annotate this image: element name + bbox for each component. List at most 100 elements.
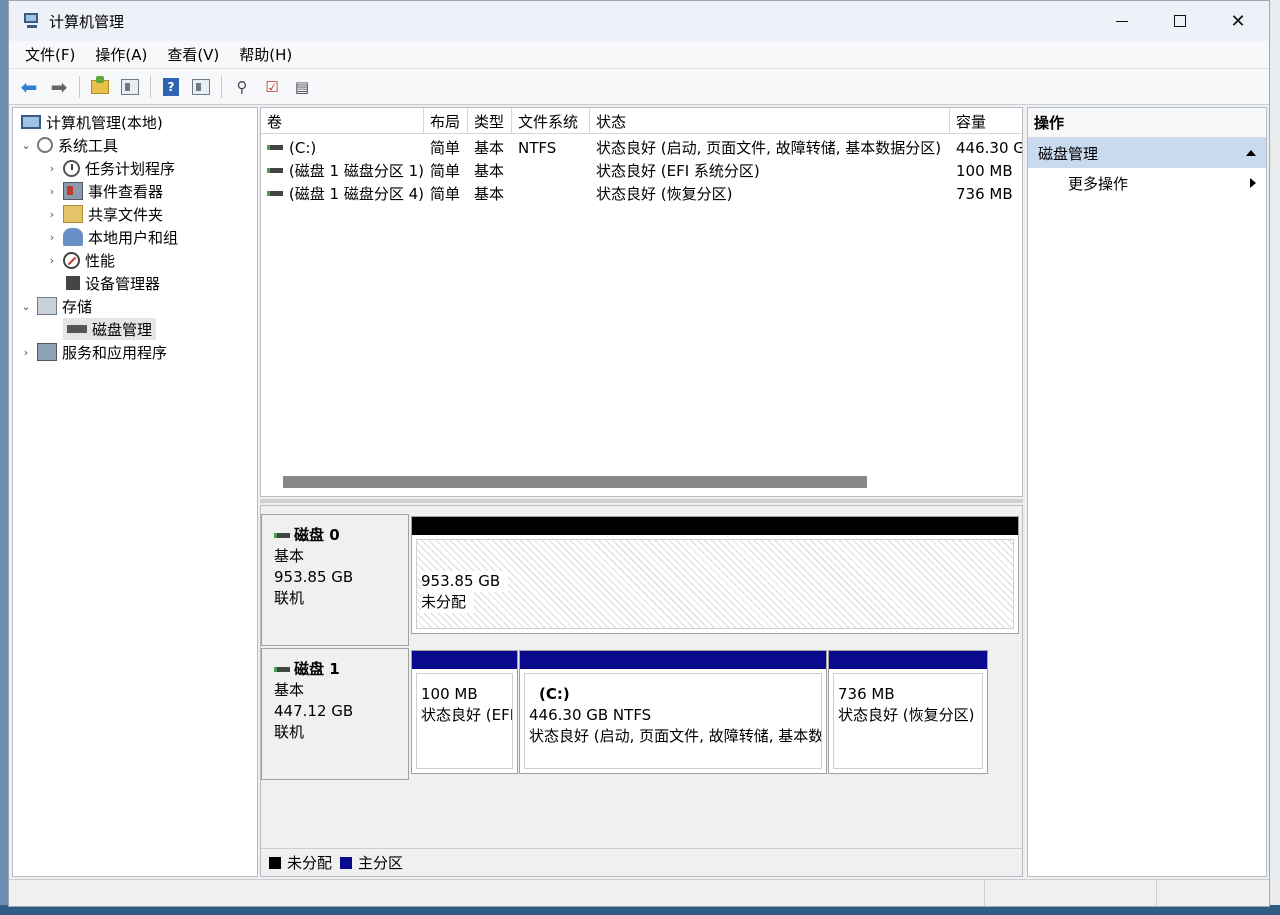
tree-item-disk-management[interactable]: 磁盘管理 [63, 318, 157, 340]
back-button[interactable]: ⬅ [15, 73, 43, 101]
console-tree: 计算机管理(本地) ⌄ 系统工具 › 任务计划程序 › 事件查看器 › 共享文件… [12, 107, 258, 877]
tree-item-services-apps[interactable]: › 服务和应用程序 [19, 341, 167, 363]
partition-c[interactable]: (C:) 446.30 GB NTFS 状态良好 (启动, 页面文件, 故障转储… [519, 650, 827, 774]
chevron-right-icon[interactable]: › [45, 231, 59, 244]
minimize-button[interactable] [1093, 1, 1151, 41]
connect-button[interactable]: ⚲ [228, 73, 256, 101]
column-volume[interactable]: 卷 [261, 108, 424, 134]
cell-layout: 简单 [430, 162, 461, 180]
tree-label: 设备管理器 [85, 274, 161, 293]
event-log-icon [63, 182, 83, 200]
toolbar-separator [150, 75, 151, 98]
section-label: 磁盘管理 [1038, 144, 1099, 163]
chevron-right-icon[interactable]: › [45, 185, 59, 198]
toolbar: ⬅ ➡ ? ⚲ ☑ ▤ [9, 69, 1269, 105]
close-icon: ✕ [1230, 10, 1246, 32]
forward-button[interactable]: ➡ [45, 73, 73, 101]
disk-icon [67, 325, 87, 333]
storage-icon [37, 297, 57, 315]
volume-list-header: 卷 布局 类型 文件系统 状态 容量 [261, 108, 1022, 134]
tree-label: 任务计划程序 [85, 159, 176, 178]
disk-graphical-view: 磁盘 0 基本 953.85 GB 联机 953.85 GB 未分配 磁盘 1 … [260, 505, 1023, 877]
tree-item-task-scheduler[interactable]: › 任务计划程序 [45, 157, 175, 179]
help-button[interactable]: ? [157, 73, 185, 101]
horizontal-scrollbar[interactable] [283, 476, 867, 488]
partition-body: 736 MB 状态良好 (恢复分区) [833, 673, 983, 769]
chevron-right-icon[interactable]: › [45, 254, 59, 267]
properties-button[interactable]: ▤ [288, 73, 316, 101]
maximize-button[interactable] [1151, 1, 1209, 41]
cell-volume: (C:) [289, 138, 317, 157]
tree-item-performance[interactable]: › 性能 [45, 249, 115, 271]
collapse-icon[interactable] [1246, 150, 1256, 156]
tree-item-local-users[interactable]: › 本地用户和组 [45, 226, 178, 248]
menu-view[interactable]: 查看(V) [157, 44, 229, 65]
up-level-button[interactable] [86, 73, 114, 101]
show-hide-action-pane-button[interactable] [187, 73, 215, 101]
chevron-down-icon[interactable]: ⌄ [19, 139, 33, 152]
tree-label: 性能 [85, 251, 116, 270]
column-capacity[interactable]: 容量 [950, 108, 1022, 134]
legend-label-unallocated: 未分配 [287, 854, 333, 872]
title-bar[interactable]: 计算机管理 ✕ [9, 1, 1269, 41]
disk-icon [274, 533, 290, 538]
forward-arrow-icon: ➡ [50, 74, 68, 99]
tree-item-device-manager[interactable]: 设备管理器 [45, 272, 160, 294]
column-layout[interactable]: 布局 [424, 108, 468, 134]
table-row[interactable]: (C:) 简单 基本 NTFS 状态良好 (启动, 页面文件, 故障转储, 基本… [261, 136, 1022, 159]
partition-size: 953.85 GB [421, 571, 509, 592]
partition-unallocated[interactable]: 953.85 GB 未分配 [411, 516, 1019, 634]
show-hide-tree-button[interactable] [116, 73, 144, 101]
partition-recovery[interactable]: 736 MB 状态良好 (恢复分区) [828, 650, 988, 774]
checklist-icon: ☑ [265, 77, 279, 96]
check-button[interactable]: ☑ [258, 73, 286, 101]
toolbar-separator [79, 75, 80, 98]
users-icon [63, 228, 83, 246]
disk-1-label[interactable]: 磁盘 1 基本 447.12 GB 联机 [261, 648, 409, 780]
partition-title: (C:) [539, 685, 570, 703]
cell-status: 状态良好 (启动, 页面文件, 故障转储, 基本数据分区) [596, 139, 942, 157]
chevron-right-icon[interactable]: › [45, 162, 59, 175]
cell-capacity: 100 MB [956, 161, 1013, 180]
disk-0-label[interactable]: 磁盘 0 基本 953.85 GB 联机 [261, 514, 409, 646]
disk-state: 联机 [274, 589, 305, 607]
tree-label: 服务和应用程序 [62, 343, 168, 362]
menu-help[interactable]: 帮助(H) [229, 44, 302, 65]
close-button[interactable]: ✕ [1209, 1, 1267, 41]
column-status[interactable]: 状态 [590, 108, 950, 134]
shared-folder-icon [63, 205, 83, 223]
table-row[interactable]: (磁盘 1 磁盘分区 1) 简单 基本 状态良好 (EFI 系统分区) 100 … [261, 159, 1022, 182]
disk-name: 磁盘 0 [294, 526, 340, 544]
tree-label: 存储 [62, 297, 93, 316]
services-icon [37, 343, 57, 361]
cell-type: 基本 [474, 162, 505, 180]
partition-status: 状态良好 (EFI [421, 706, 513, 724]
back-arrow-icon: ⬅ [20, 74, 38, 99]
tree-item-storage[interactable]: ⌄ 存储 [19, 295, 92, 317]
menu-bar: 文件(F) 操作(A) 查看(V) 帮助(H) [9, 41, 1269, 69]
tree-label: 计算机管理(本地) [46, 113, 163, 132]
tree-item-system-tools[interactable]: ⌄ 系统工具 [19, 134, 118, 156]
column-type[interactable]: 类型 [468, 108, 512, 134]
actions-section-disk-management[interactable]: 磁盘管理 [1028, 138, 1266, 168]
tree-label: 系统工具 [58, 136, 119, 155]
menu-file[interactable]: 文件(F) [15, 44, 85, 65]
chevron-down-icon[interactable]: ⌄ [19, 300, 33, 313]
partition-legend: 未分配 主分区 [261, 848, 1022, 876]
more-actions-item[interactable]: 更多操作 [1028, 168, 1266, 198]
chevron-right-icon[interactable]: › [19, 346, 33, 359]
status-bar [9, 879, 1269, 906]
volume-icon [267, 168, 283, 173]
menu-action[interactable]: 操作(A) [85, 44, 157, 65]
tree-item-shared-folders[interactable]: › 共享文件夹 [45, 203, 163, 225]
table-row[interactable]: (磁盘 1 磁盘分区 4) 简单 基本 状态良好 (恢复分区) 736 MB [261, 182, 1022, 205]
column-filesystem[interactable]: 文件系统 [512, 108, 590, 134]
pane-splitter[interactable] [260, 499, 1023, 503]
tools-icon [37, 137, 53, 153]
console-tree-icon [121, 78, 139, 95]
partition-efi[interactable]: 100 MB 状态良好 (EFI [411, 650, 518, 774]
chevron-right-icon[interactable]: › [45, 208, 59, 221]
volume-icon [267, 145, 283, 150]
tree-item-root[interactable]: 计算机管理(本地) [17, 111, 163, 133]
tree-item-event-viewer[interactable]: › 事件查看器 [45, 180, 163, 202]
